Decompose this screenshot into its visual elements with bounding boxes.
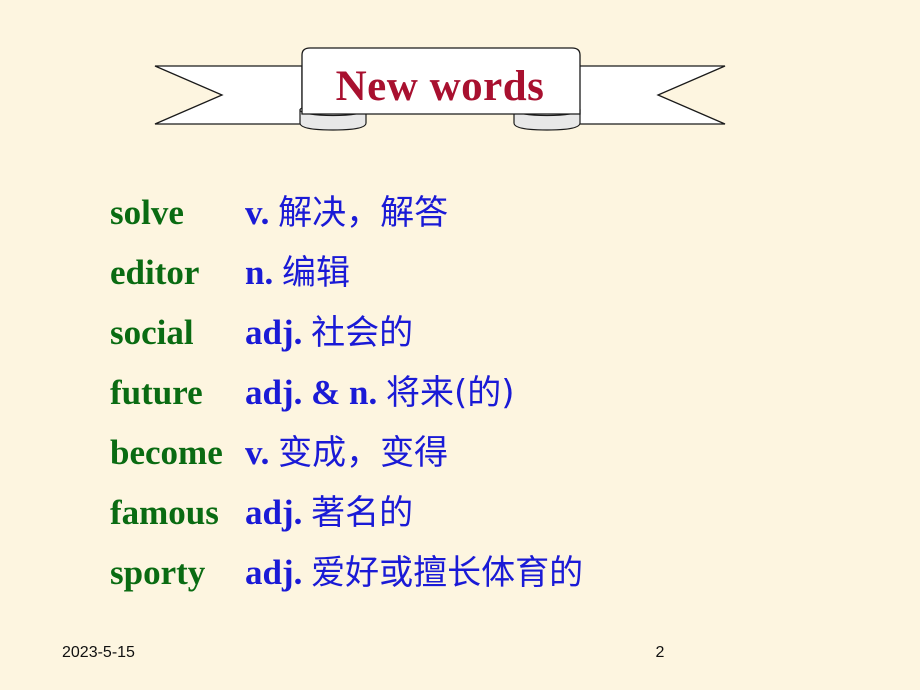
list-item: solve v. 解决，解答 <box>0 185 920 245</box>
word-term: social <box>110 313 194 352</box>
ribbon-left-wing <box>154 65 303 125</box>
ribbon-right-wing <box>577 65 726 125</box>
word-term: become <box>110 433 223 472</box>
word-meaning: 爱好或擅长体育的 <box>311 553 584 593</box>
part-of-speech: n. <box>245 253 282 292</box>
word-meaning: 变成，变得 <box>278 433 449 473</box>
word-meaning: 社会的 <box>311 313 414 353</box>
word-meaning: 将来(的) <box>386 373 515 413</box>
word-term: editor <box>110 253 200 292</box>
word-term: sporty <box>110 553 206 592</box>
word-definition: adj. 爱好或擅长体育的 <box>245 545 583 594</box>
word-definition: adj. & n. 将来(的) <box>245 365 515 414</box>
word-term: famous <box>110 493 219 532</box>
vocabulary-list: solve v. 解决，解答 editor n. 编辑 social adj. … <box>0 185 920 605</box>
word-term: solve <box>110 193 184 232</box>
word-meaning: 解决，解答 <box>278 193 449 233</box>
word-definition: v. 解决，解答 <box>245 185 448 234</box>
list-item: future adj. & n. 将来(的) <box>0 365 920 425</box>
word-term: future <box>110 373 203 412</box>
list-item: famous adj. 著名的 <box>0 485 920 545</box>
title-ribbon-banner: New words <box>150 40 730 140</box>
part-of-speech: adj. <box>245 493 312 532</box>
word-definition: v. 变成，变得 <box>245 425 448 474</box>
word-definition: adj. 社会的 <box>245 305 413 354</box>
list-item: editor n. 编辑 <box>0 245 920 305</box>
slide-canvas: New words solve v. 解决，解答 editor n. 编辑 so… <box>0 0 920 690</box>
word-definition: adj. 著名的 <box>245 485 413 534</box>
word-meaning: 著名的 <box>311 493 414 533</box>
ribbon-center-plate <box>301 47 581 115</box>
part-of-speech: adj. <box>245 553 312 592</box>
list-item: become v. 变成，变得 <box>0 425 920 485</box>
part-of-speech: v. <box>245 193 279 232</box>
footer-page-number: 2 <box>655 644 665 661</box>
footer-date: 2023-5-15 <box>62 644 135 661</box>
word-meaning: 编辑 <box>281 253 350 293</box>
word-definition: n. 编辑 <box>245 245 350 294</box>
part-of-speech: v. <box>245 433 279 472</box>
part-of-speech: adj. & n. <box>245 373 386 412</box>
list-item: sporty adj. 爱好或擅长体育的 <box>0 545 920 605</box>
part-of-speech: adj. <box>245 313 312 352</box>
list-item: social adj. 社会的 <box>0 305 920 365</box>
